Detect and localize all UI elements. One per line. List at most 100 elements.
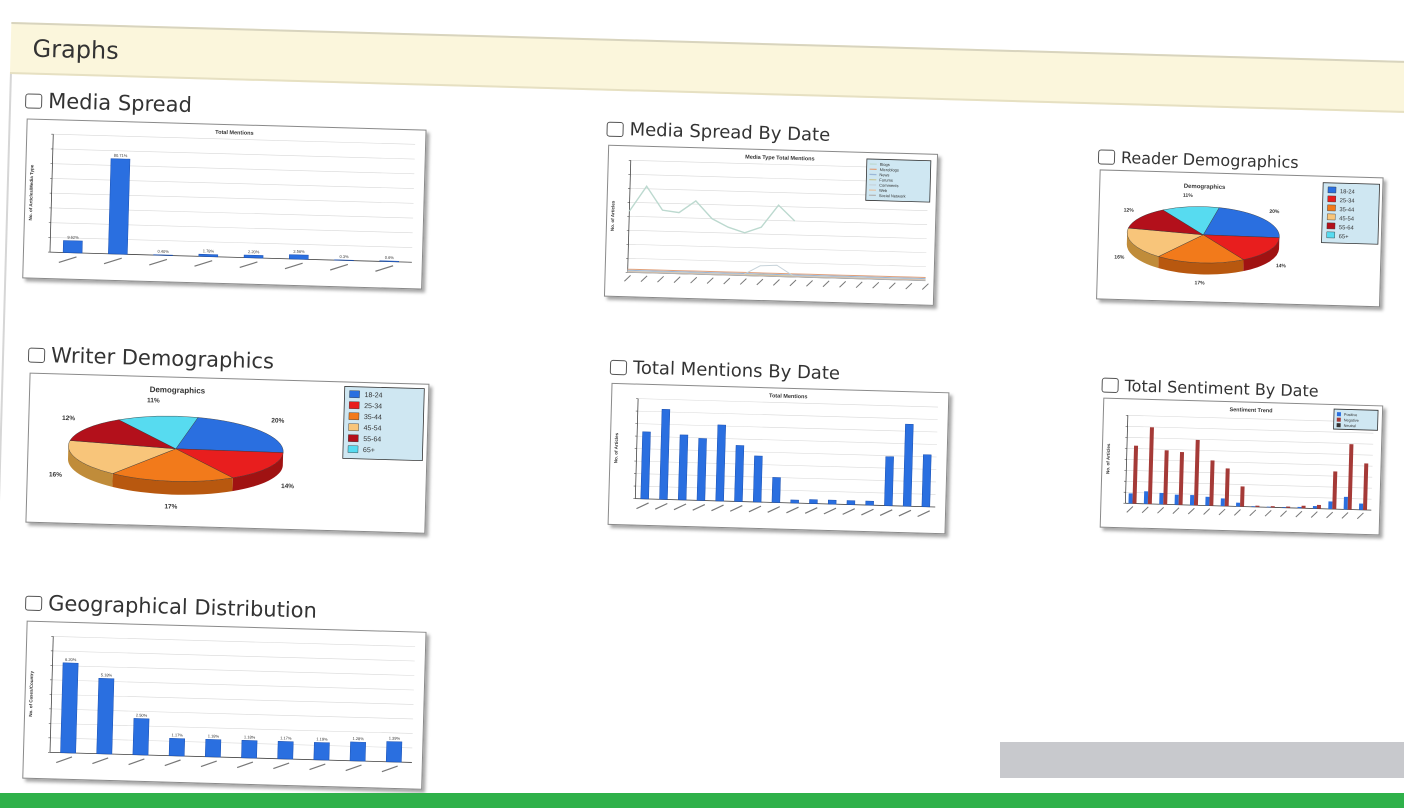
total-sentiment-by-date-chart: Sentiment TrendNo. of ArticlesPositiveNe…	[1105, 407, 1379, 520]
x-tick-label	[673, 503, 687, 511]
legend-swatch	[348, 423, 359, 432]
data-label: 5.18%	[101, 672, 113, 677]
bar	[1209, 460, 1215, 506]
bar	[288, 254, 309, 260]
x-tick-label	[103, 257, 122, 265]
bottom-accent-bar	[0, 793, 1404, 808]
bar	[1358, 503, 1364, 510]
bar	[1163, 450, 1169, 505]
x-tick-label	[345, 764, 362, 772]
data-label: 80.71%	[114, 153, 128, 158]
x-tick-label	[839, 281, 847, 288]
widget-total-sentiment-by-date: Total Sentiment By Date Sentiment Trend N…	[1097, 376, 1392, 574]
bar	[204, 739, 222, 758]
grid-line	[53, 636, 416, 647]
bar	[1147, 427, 1154, 505]
slice-label: 14%	[1276, 263, 1287, 269]
bar	[1255, 505, 1260, 508]
select-checkbox[interactable]	[1101, 377, 1119, 394]
bar	[715, 424, 726, 502]
widget-writer-demographics: Writer Demographics Demographics 20% 14% 17…	[23, 343, 438, 544]
chart-title: Sentiment Trend	[1229, 407, 1272, 414]
x-tick-label	[149, 258, 168, 266]
x-tick-label	[822, 280, 830, 288]
chart-frame: Total Mentions No. of Articles/Media Type…	[22, 118, 427, 290]
bar	[696, 438, 707, 501]
bar	[1266, 506, 1271, 508]
bar	[1236, 502, 1241, 507]
bar	[243, 254, 264, 259]
select-checkbox[interactable]	[606, 121, 624, 138]
x-tick-label	[92, 757, 109, 765]
data-label: 1.78%	[203, 248, 215, 253]
bar	[809, 499, 818, 504]
chart-title: Demographics	[150, 385, 206, 396]
widget-title[interactable]: Total Mentions By Date	[609, 357, 960, 388]
grid-line	[50, 237, 413, 248]
legend-swatch	[347, 445, 359, 454]
slice-label: 20%	[271, 417, 284, 424]
x-tick-label	[1172, 507, 1180, 514]
x-tick-label	[1326, 511, 1334, 519]
bar	[132, 718, 150, 756]
data-label: 3.56%	[293, 249, 305, 254]
x-tick-label	[58, 256, 77, 263]
grid-line	[52, 178, 414, 189]
data-label: 6.20%	[65, 657, 77, 662]
x-tick-label	[640, 275, 648, 283]
x-tick-label	[861, 508, 874, 516]
widget-total-mentions-by-date: Total Mentions By Date Total Mentions No.…	[605, 357, 960, 557]
bar	[385, 741, 403, 763]
bar	[1205, 496, 1210, 506]
legend-label: 35-44	[364, 414, 382, 422]
widget-title[interactable]: Media Spread	[24, 88, 436, 123]
slice-label: 11%	[1183, 193, 1193, 199]
x-tick-label	[1233, 509, 1241, 516]
data-label: 1.18%	[208, 733, 220, 738]
x-tick-label	[56, 756, 73, 764]
widget-title[interactable]: Geographical Distribution	[24, 591, 436, 626]
data-label: 0.3%	[339, 254, 349, 259]
bar	[1297, 506, 1302, 509]
bar	[677, 434, 689, 501]
select-checkbox[interactable]	[27, 347, 46, 363]
x-tick-label	[194, 260, 213, 267]
select-checkbox[interactable]	[609, 359, 628, 376]
x-tick-label	[855, 281, 863, 289]
x-tick-label	[917, 510, 930, 518]
y-axis-label: No. of Articles	[1105, 443, 1111, 474]
widget-title[interactable]: Media Spread By Date	[606, 119, 946, 149]
grid-line	[52, 163, 415, 175]
slice-label: 20%	[1269, 209, 1280, 215]
x-tick-label	[375, 265, 394, 272]
widget-title-text: Geographical Distribution	[47, 591, 318, 623]
x-tick-label	[1310, 511, 1318, 518]
slice-label: 16%	[49, 471, 62, 478]
grid-line	[52, 148, 415, 160]
footer-strip	[1000, 742, 1404, 778]
grid-line	[637, 410, 938, 420]
bar	[96, 678, 115, 755]
bar	[1224, 468, 1230, 507]
data-label: 0.6%	[385, 255, 395, 260]
legend-label: 18-24	[1340, 189, 1356, 195]
bar	[1301, 505, 1306, 509]
chart-frame: Media Type Total Mentions No. of Articles…	[603, 144, 939, 306]
bar	[752, 455, 763, 503]
legend-swatch	[348, 401, 360, 410]
slice-label: 11%	[147, 397, 160, 404]
widget-geographical-distribution: Geographical Distribution No. of Cases/C…	[20, 591, 435, 792]
legend-label: 18-24	[364, 392, 382, 400]
x-tick-label	[692, 503, 706, 511]
select-checkbox[interactable]	[24, 92, 43, 109]
data-label: 1.18%	[244, 734, 256, 739]
select-checkbox[interactable]	[1097, 149, 1116, 165]
widget-title[interactable]: Writer Demographics	[27, 343, 439, 378]
x-tick-label	[309, 763, 326, 771]
y-axis-label: No. of Cases/Country	[28, 670, 34, 716]
media-spread-by-date-chart: Media Type Total Mentions No. of Articles…	[610, 155, 932, 290]
bar	[640, 431, 651, 500]
x-tick-label	[806, 280, 813, 287]
select-checkbox[interactable]	[24, 595, 43, 611]
slice-label: 17%	[164, 503, 177, 510]
